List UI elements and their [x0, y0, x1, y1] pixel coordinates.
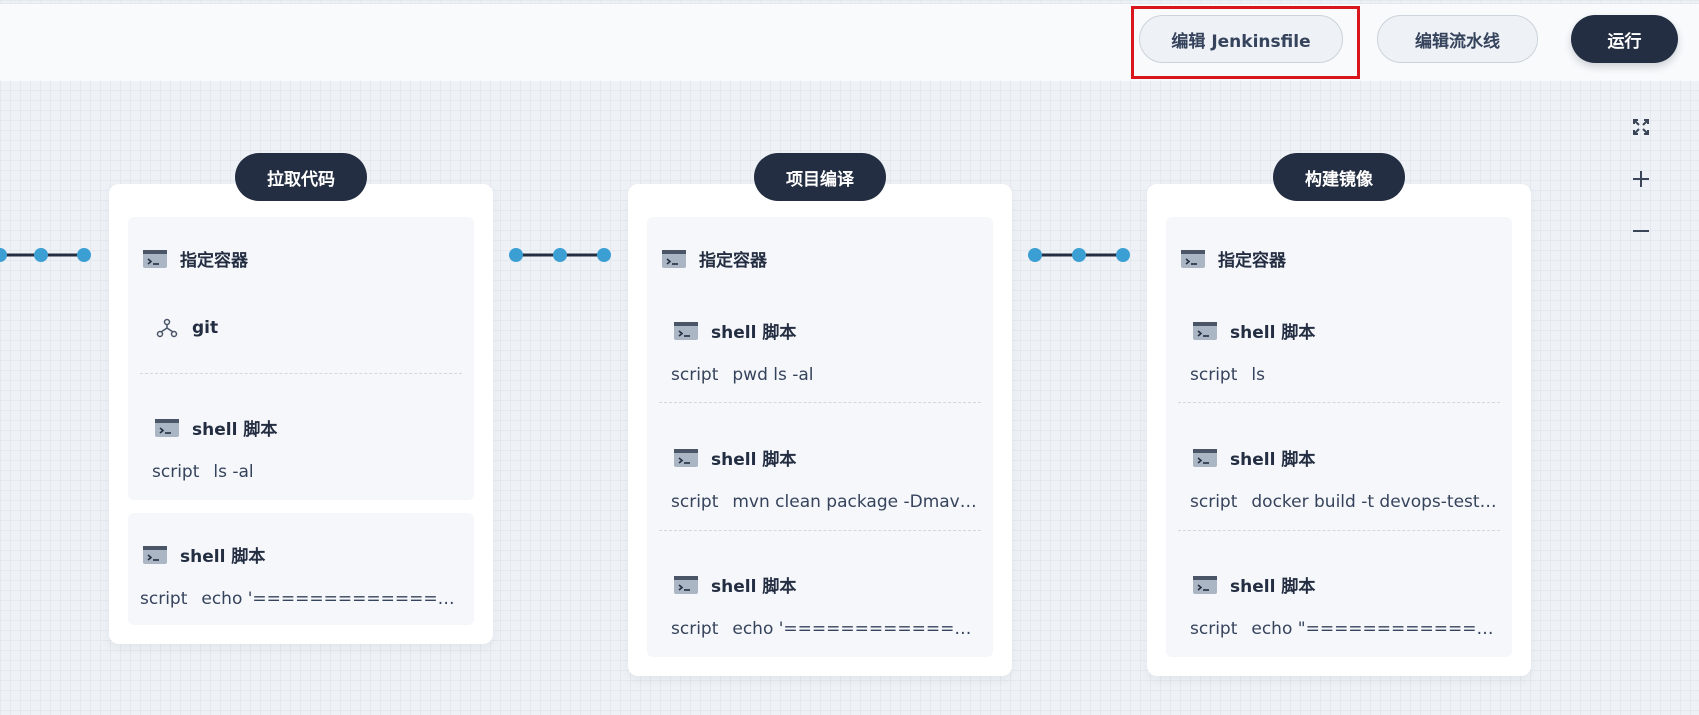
git-step[interactable]: git: [154, 318, 218, 338]
connector-1-2: [509, 248, 611, 262]
container-step[interactable]: 指定容器: [142, 246, 248, 271]
step-label: shell 脚本: [1230, 323, 1316, 343]
shell-step[interactable]: shell 脚本: [673, 318, 796, 343]
step-label: shell 脚本: [711, 323, 797, 343]
script-value: ls: [1251, 365, 1265, 385]
git-icon: [156, 318, 178, 338]
script-key: script: [1190, 365, 1238, 385]
terminal-icon: [1193, 321, 1217, 340]
step-label: shell 脚本: [1230, 450, 1316, 470]
run-button[interactable]: 运行: [1571, 15, 1678, 63]
terminal-icon: [1193, 448, 1217, 467]
step-label: shell 脚本: [1230, 577, 1316, 597]
step-label: shell 脚本: [192, 420, 278, 440]
terminal-icon: [674, 448, 698, 467]
terminal-icon: [662, 249, 686, 268]
script-value: ls -al: [213, 462, 254, 482]
script-key: script: [671, 365, 719, 385]
terminal-icon: [143, 249, 167, 268]
script-line: script echo '============== cloning code …: [140, 589, 462, 609]
container-step[interactable]: 指定容器: [661, 246, 767, 271]
script-key: script: [140, 589, 188, 609]
container-step[interactable]: 指定容器: [1180, 246, 1286, 271]
terminal-icon: [674, 321, 698, 340]
script-line: script ls: [1190, 365, 1500, 385]
step-label: 指定容器: [699, 251, 767, 271]
script-key: script: [671, 619, 719, 639]
stage-title[interactable]: 拉取代码: [235, 153, 367, 201]
zoom-out-icon[interactable]: [1630, 220, 1652, 242]
script-line: script docker build -t devops-test:latest…: [1190, 492, 1500, 512]
script-key: script: [1190, 619, 1238, 639]
step-label: git: [192, 318, 219, 338]
script-value: echo '============= build end ==========…: [732, 619, 981, 639]
script-line: script echo '============= build end ====…: [671, 619, 981, 639]
divider: [1178, 530, 1500, 531]
terminal-icon: [674, 575, 698, 594]
script-value: pwd ls -al: [732, 365, 814, 385]
terminal-icon: [1193, 575, 1217, 594]
script-key: script: [1190, 492, 1238, 512]
shell-step[interactable]: shell 脚本: [142, 542, 265, 567]
shell-step[interactable]: shell 脚本: [154, 415, 277, 440]
divider: [659, 530, 981, 531]
step-label: shell 脚本: [711, 577, 797, 597]
script-value: docker build -t devops-test:latest .: [1251, 492, 1500, 512]
zoom-in-icon[interactable]: [1630, 168, 1652, 190]
stage-title[interactable]: 构建镜像: [1273, 153, 1405, 201]
shell-step[interactable]: shell 脚本: [1192, 445, 1315, 470]
step-label: 指定容器: [180, 251, 248, 271]
script-value: echo '============== cloning code ======…: [201, 589, 462, 609]
connector-start: [0, 248, 91, 262]
terminal-icon: [143, 545, 167, 564]
edit-pipeline-button[interactable]: 编辑流水线: [1377, 15, 1538, 63]
shell-step[interactable]: shell 脚本: [1192, 572, 1315, 597]
script-line: script mvn clean package -Dmaven.test.ski…: [671, 492, 981, 512]
shell-step[interactable]: shell 脚本: [1192, 318, 1315, 343]
terminal-icon: [155, 418, 179, 437]
divider: [659, 402, 981, 403]
step-label: 指定容器: [1218, 251, 1286, 271]
script-key: script: [671, 492, 719, 512]
script-value: mvn clean package -Dmaven.test.skip=true: [732, 492, 981, 512]
divider: [140, 373, 462, 374]
fullscreen-icon[interactable]: [1630, 116, 1652, 138]
script-line: script pwd ls -al: [671, 365, 981, 385]
step-label: shell 脚本: [711, 450, 797, 470]
stage-title[interactable]: 项目编译: [754, 153, 886, 201]
shell-step[interactable]: shell 脚本: [673, 445, 796, 470]
script-line: script ls -al: [152, 462, 462, 482]
terminal-icon: [1181, 249, 1205, 268]
divider: [1178, 402, 1500, 403]
edit-jenkinsfile-button[interactable]: 编辑 Jenkinsfile: [1139, 15, 1343, 63]
script-key: script: [152, 462, 200, 482]
script-line: script echo "============= build image en…: [1190, 619, 1500, 639]
connector-2-3: [1028, 248, 1130, 262]
script-value: echo "============= build image end ====…: [1251, 619, 1500, 639]
step-label: shell 脚本: [180, 547, 266, 567]
shell-step[interactable]: shell 脚本: [673, 572, 796, 597]
